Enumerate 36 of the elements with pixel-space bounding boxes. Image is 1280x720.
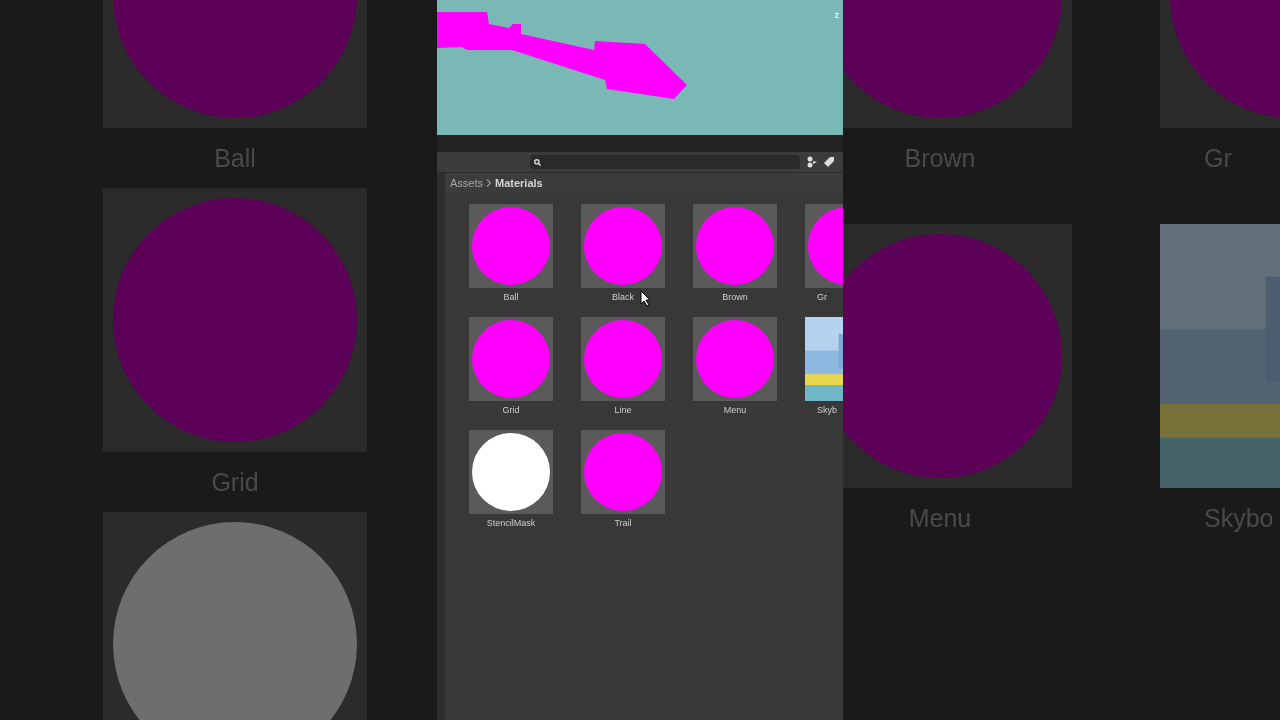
axis-label: z <box>834 10 839 20</box>
search-field[interactable] <box>530 155 800 169</box>
asset-name: Line <box>614 404 632 417</box>
asset-name: StencilMask <box>486 517 536 530</box>
sphere-icon <box>696 320 774 398</box>
asset-name: Brown <box>722 291 748 304</box>
sphere-icon <box>584 320 662 398</box>
asset-thumbnail[interactable] <box>581 317 665 401</box>
asset-name: Menu <box>723 404 747 417</box>
search-icon <box>534 158 541 166</box>
tag-icon[interactable] <box>824 157 834 167</box>
asset-thumbnail[interactable] <box>469 430 553 514</box>
sphere-icon <box>472 433 550 511</box>
sphere-icon <box>584 207 662 285</box>
sphere-icon <box>472 207 550 285</box>
asset-thumbnail[interactable] <box>581 430 665 514</box>
sphere-icon <box>472 320 550 398</box>
asset-name: Grid <box>502 404 520 417</box>
asset-thumbnail[interactable] <box>693 204 777 288</box>
asset-thumbnail[interactable] <box>581 204 665 288</box>
sphere-icon <box>696 207 774 285</box>
asset-name: Skyb <box>817 404 837 417</box>
sphere-icon <box>113 198 357 442</box>
asset-thumbnail[interactable] <box>693 317 777 401</box>
breadcrumb-link[interactable]: Assets <box>450 177 483 189</box>
asset-thumbnail[interactable] <box>469 204 553 288</box>
cursor-icon <box>640 290 652 307</box>
sphere-icon <box>584 433 662 511</box>
chevron-icon <box>486 179 492 187</box>
asset-name: Ball <box>503 291 519 304</box>
breadcrumb-link[interactable]: Materials <box>495 177 543 189</box>
asset-thumbnail[interactable] <box>469 317 553 401</box>
asset-name: Black <box>612 291 634 304</box>
shapes-icon[interactable] <box>806 156 818 168</box>
asset-name: Gr <box>817 291 827 304</box>
asset-name: Trail <box>614 517 632 530</box>
